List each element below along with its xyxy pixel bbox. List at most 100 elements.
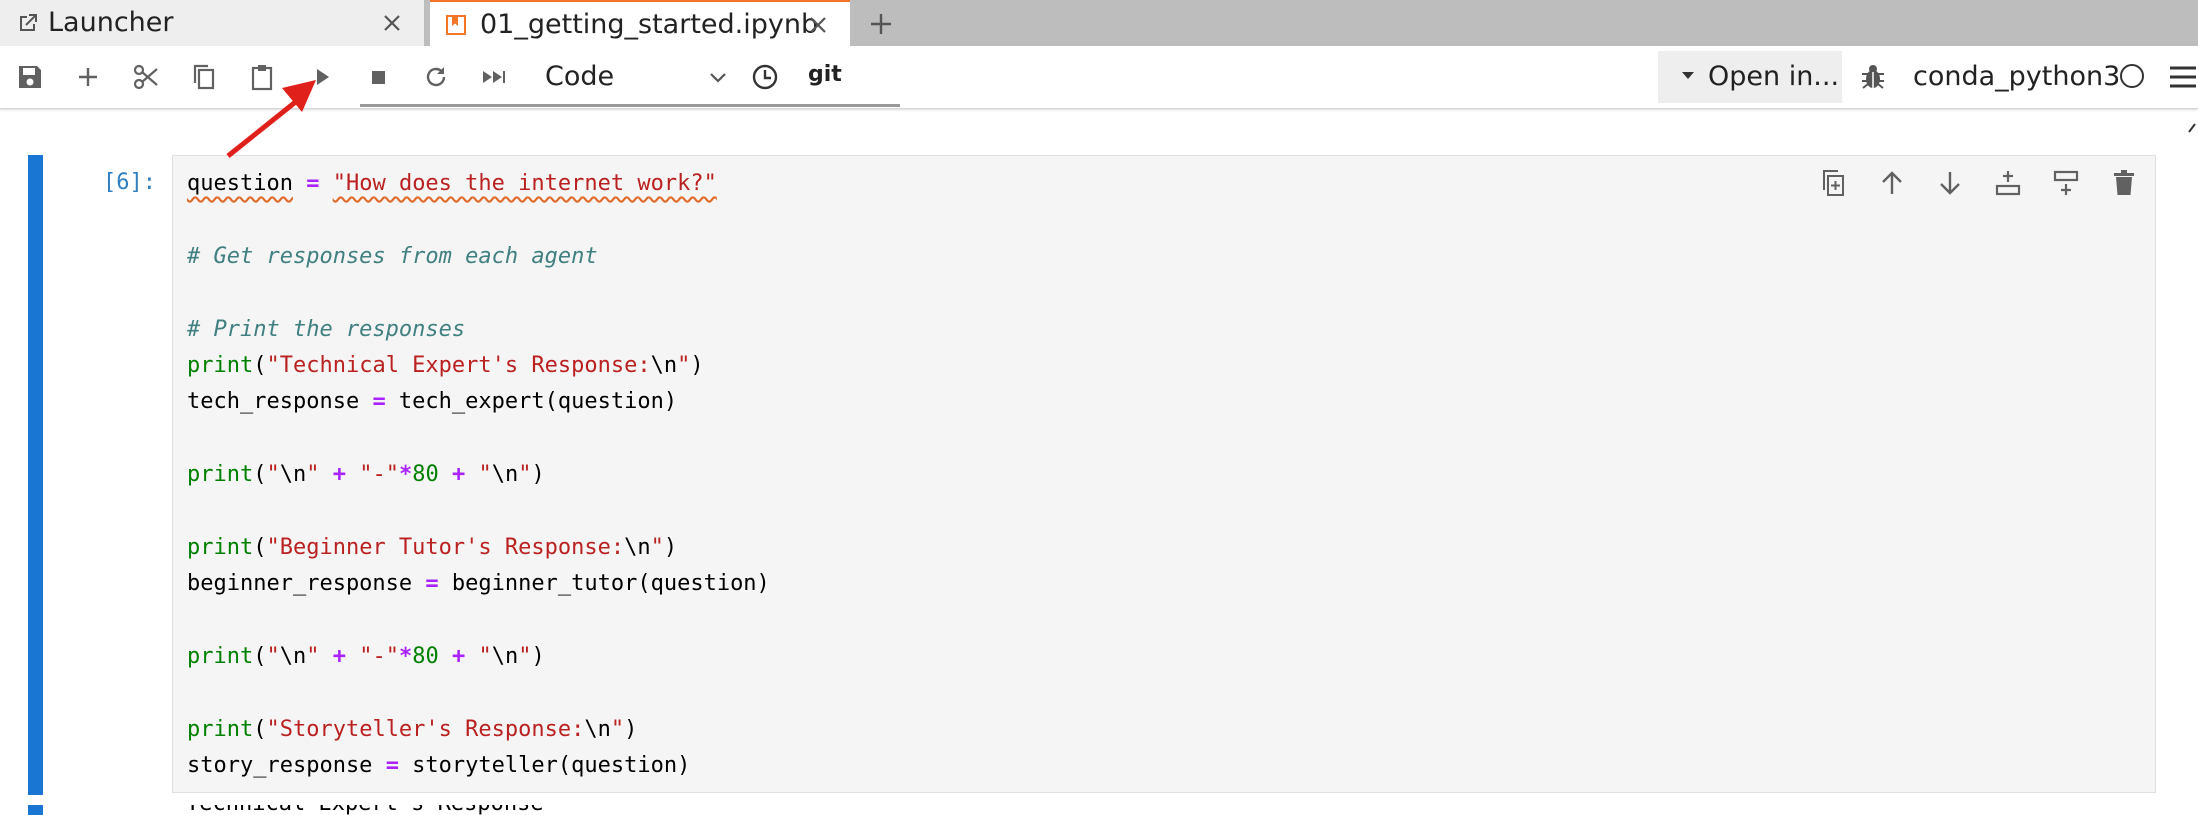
code-token: ": [306, 462, 320, 488]
open-in-label: Open in...: [1708, 61, 1840, 92]
code-token: (: [253, 352, 267, 378]
interrupt-kernel-button[interactable]: [362, 61, 394, 93]
code-token: 80: [412, 644, 439, 670]
run-cell-button[interactable]: [306, 61, 338, 93]
code-line: tech_response = tech_expert(question): [187, 384, 770, 420]
code-token: "-": [359, 462, 399, 488]
code-line: story_response = storyteller(question): [187, 748, 770, 784]
save-button[interactable]: [14, 61, 46, 93]
kernel-name[interactable]: conda_python3: [1913, 56, 2120, 98]
code-token: ": [266, 462, 280, 488]
code-token: ": [266, 644, 280, 670]
tab-label: 01_getting_started.ipynb: [480, 9, 819, 40]
move-cell-down-button[interactable]: [1934, 167, 1966, 199]
code-token: print: [187, 462, 254, 488]
code-token: story_response: [187, 753, 386, 779]
code-token: ): [531, 644, 545, 670]
cell-type-select[interactable]: Code: [545, 56, 730, 98]
code-token: \n: [491, 644, 519, 670]
arrow-up-icon: [1882, 171, 1902, 194]
trash-icon: [2114, 170, 2134, 195]
code-line: print("Technical Expert's Response:\n"): [187, 348, 770, 384]
code-token: "-": [359, 644, 399, 670]
code-token: \n: [650, 352, 678, 378]
code-token: +: [451, 644, 466, 670]
code-token: =: [425, 571, 439, 597]
code-line: print("\n" + "-"*80 + "\n"): [187, 457, 770, 493]
code-token: (: [253, 462, 267, 488]
code-token: =: [306, 171, 320, 196]
code-line: print("\n" + "-"*80 + "\n"): [187, 639, 770, 675]
notebook-icon: [446, 15, 466, 35]
plus-icon: [79, 68, 97, 86]
code-token: ": [610, 716, 625, 742]
paste-button[interactable]: [246, 61, 278, 93]
code-token: "Storyteller's Response:: [266, 716, 585, 742]
external-link-icon: [20, 14, 37, 31]
close-icon[interactable]: [806, 13, 830, 37]
close-icon[interactable]: [380, 11, 404, 35]
output-text: Technical Expert's Response: [186, 805, 544, 815]
code-lines: question = "How does the internet work?"…: [187, 166, 770, 785]
restart-kernel-button[interactable]: [420, 61, 452, 93]
code-token: tech_expert(question): [385, 389, 678, 415]
caret-down-icon: [1682, 72, 1694, 79]
kernel-idle-status-icon: [2120, 64, 2144, 88]
git-button[interactable]: git: [808, 60, 842, 90]
history-button[interactable]: [749, 61, 781, 93]
insert-cell-button[interactable]: [72, 61, 104, 93]
code-token: tech_response: [187, 389, 373, 415]
code-token: beginner_tutor(question): [438, 571, 770, 597]
code-token: ): [624, 716, 638, 742]
code-token: print: [187, 716, 254, 742]
delete-cell-button[interactable]: [2108, 167, 2140, 199]
restart-icon: [426, 67, 446, 87]
open-in-button[interactable]: Open in...: [1658, 51, 1842, 103]
code-token: "Technical Expert's Response:: [266, 352, 651, 378]
insert-cell-above-button[interactable]: [1992, 167, 2024, 199]
insert-above-icon: [1995, 171, 2021, 196]
fast-forward-icon: [483, 71, 505, 83]
code-token: print: [187, 534, 254, 560]
code-token: +: [332, 644, 346, 670]
code-editor[interactable]: question = "How does the internet work?"…: [172, 155, 2156, 793]
cell-prompt: [6]:: [103, 170, 156, 195]
code-line: print("Beginner Tutor's Response:\n"): [187, 530, 770, 566]
run-all-button[interactable]: [478, 61, 510, 93]
code-token: beginner_response: [187, 571, 426, 597]
code-token: (: [253, 716, 267, 742]
code-token: \n: [624, 534, 651, 560]
code-token: ": [306, 644, 320, 670]
code-token: =: [372, 389, 386, 415]
cut-button[interactable]: [130, 61, 162, 93]
tab-notebook[interactable]: 01_getting_started.ipynb: [430, 0, 850, 46]
scroll-arrow-icon[interactable]: [2186, 118, 2198, 138]
clock-icon: [752, 64, 778, 90]
duplicate-icon: [1823, 170, 1844, 196]
duplicate-cell-button[interactable]: [1818, 167, 1850, 199]
code-token: *: [398, 644, 413, 670]
code-line: beginner_response = beginner_tutor(quest…: [187, 566, 770, 602]
move-cell-up-button[interactable]: [1876, 167, 1908, 199]
code-token: \n: [584, 716, 611, 742]
copy-button[interactable]: [188, 61, 220, 93]
code-token: # Get responses from each agent: [187, 243, 598, 269]
new-tab-plus-icon[interactable]: [866, 9, 896, 39]
copy-icon: [193, 64, 215, 90]
bug-icon[interactable]: [1858, 62, 1888, 92]
insert-cell-below-button[interactable]: [2050, 167, 2082, 199]
chevron-down-icon: [710, 73, 726, 83]
tab-launcher[interactable]: Launcher: [0, 0, 425, 46]
menu-icon[interactable]: [2166, 64, 2198, 90]
